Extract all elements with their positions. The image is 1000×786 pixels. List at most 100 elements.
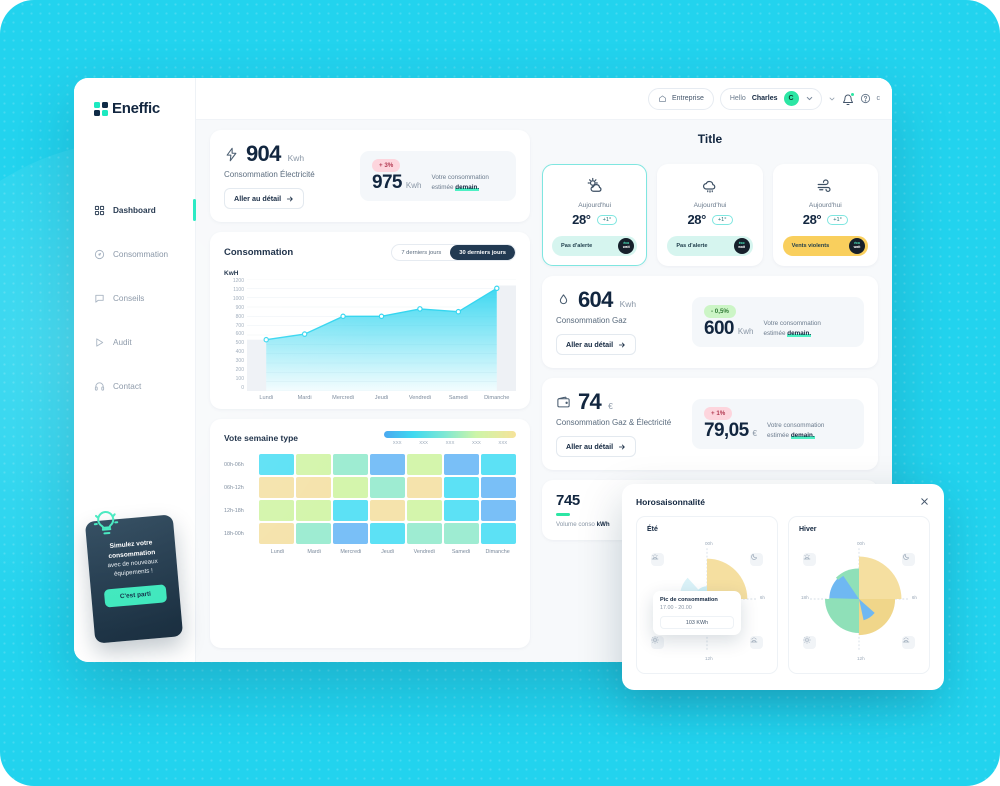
sidebar-item-dashboard[interactable]: Dashboard (74, 195, 196, 225)
gas-estimate-unit: Kwh (737, 327, 754, 336)
season-panel-summer: Été 00h 6h 12h Pic de consommation 17.00… (636, 516, 778, 674)
electricity-estimate-value: 975 (372, 172, 403, 193)
entreprise-selector[interactable]: Entreprise (647, 87, 714, 110)
chevron-down-icon-secondary (829, 97, 834, 100)
heatmap-grid (259, 454, 516, 544)
gas-label: Consommation Gaz (556, 316, 627, 325)
sun-icon (803, 636, 816, 649)
heatmap-cell[interactable] (407, 454, 442, 475)
heatmap-cell[interactable] (370, 454, 405, 475)
sidebar-item-label: Conseils (113, 293, 145, 303)
gauge-icon (94, 249, 105, 260)
heatmap-cell[interactable] (333, 523, 368, 544)
season-title-winter: Hiver (799, 526, 817, 533)
heatmap-row (259, 500, 516, 521)
y-tick: 600 (235, 331, 244, 338)
lightbulb-icon (90, 507, 123, 540)
combined-label: Consommation Gaz & Électricité (556, 418, 672, 427)
hello-label: Hello (729, 95, 746, 102)
heatmap-cell[interactable] (370, 523, 405, 544)
flame-icon (556, 293, 571, 308)
brand-logo[interactable]: Eneffic (74, 92, 195, 117)
heatmap-cell[interactable] (370, 500, 405, 521)
sidebar-item-contact[interactable]: Contact (74, 371, 195, 401)
heatmap-cell[interactable] (259, 523, 294, 544)
combined-detail-button[interactable]: Aller au détail (556, 436, 637, 457)
clock-label-right: 6h (759, 595, 765, 600)
horosaisonnalite-modal: Horosaisonnalité Été 00h 6h 12h Pic de c… (622, 484, 944, 690)
page-title: Title (697, 132, 723, 146)
weather-card[interactable]: Aujourd'hui 28° +1° Pas d'alerte éco watt (657, 164, 763, 266)
y-tick: 1000 (232, 295, 244, 302)
weather-cards: Aujourd'hui 28° +1° Pas d'alerte éco watt (542, 164, 878, 266)
heatmap-column-label: Samedi (451, 549, 471, 555)
close-icon[interactable] (919, 496, 930, 507)
heatmap-cell[interactable] (259, 477, 294, 498)
sunset-icon (651, 553, 664, 566)
heatmap-cell[interactable] (296, 500, 331, 521)
notifications-button[interactable] (842, 91, 855, 105)
combined-unit: € (608, 401, 613, 411)
sidebar-item-label: Dashboard (113, 205, 156, 215)
volume-label: Volume conso kWh (556, 521, 610, 528)
heatmap-cell[interactable] (296, 477, 331, 498)
gas-detail-button[interactable]: Aller au détail (556, 334, 637, 355)
moon-icon (750, 553, 763, 566)
heatmap-cell[interactable] (444, 500, 479, 521)
sidebar-item-audit[interactable]: Audit (74, 327, 195, 357)
weather-temp-row: 28° +1° (667, 212, 752, 227)
weather-card[interactable]: Aujourd'hui 28° +1° Pas d'alerte éco watt (542, 164, 648, 266)
sidebar-item-consommation[interactable]: Consommation (74, 239, 195, 269)
y-tick: 100 (235, 375, 244, 382)
heatmap-legend: XXX XXX XXX XXX XXX (384, 431, 516, 445)
heatmap-cell[interactable] (444, 477, 479, 498)
play-icon (94, 337, 105, 348)
volume-label-2: kWh (596, 520, 610, 528)
heatmap-cell[interactable] (296, 523, 331, 544)
electricity-detail-button[interactable]: Aller au détail (224, 188, 305, 209)
heatmap-row (259, 454, 516, 475)
electricity-change-badge: + 3% (372, 159, 401, 172)
simulation-promo-card[interactable]: Simulez votre consommation avec de nouve… (84, 511, 184, 644)
heatmap-cell[interactable] (481, 523, 516, 544)
heatmap-cell[interactable] (259, 500, 294, 521)
heatmap-cell[interactable] (333, 500, 368, 521)
heatmap-body: 00h-06h 06h-12h 12h-18h 18h-00h (224, 454, 516, 544)
heatmap-cell[interactable] (259, 454, 294, 475)
combined-estimate-value-wrap: 79,05 € (704, 421, 757, 440)
heatmap-cell[interactable] (407, 477, 442, 498)
heatmap-cell[interactable] (333, 477, 368, 498)
range-toggle: 7 derniers jours 30 derniers jours (391, 244, 516, 261)
ecowatt-badge-icon: éco watt (618, 238, 635, 254)
electricity-unit: Kwh (287, 153, 305, 163)
heatmap-column-label: Dimanche (485, 549, 510, 555)
heatmap-cell[interactable] (481, 500, 516, 521)
heatmap-cell[interactable] (444, 523, 479, 544)
range-toggle-30d[interactable]: 30 derniers jours (450, 245, 515, 260)
language-selector[interactable]: c (877, 95, 881, 102)
sidebar-item-conseils[interactable]: Conseils (74, 283, 195, 313)
heatmap-cell[interactable] (370, 477, 405, 498)
promo-cta-button[interactable]: C'est parti (103, 584, 168, 608)
left-column: 904 Kwh Consommation Électricité Aller a… (210, 130, 530, 648)
heatmap-cell[interactable] (407, 500, 442, 521)
heatmap-cell[interactable] (333, 454, 368, 475)
weather-card[interactable]: Aujourd'hui 28° +1° Vents violents éco wa… (772, 164, 878, 266)
volume-value: 745 (556, 492, 580, 509)
consumption-area-svg (247, 279, 516, 391)
consumption-chart-card: Consommation 7 derniers jours 30 dernier… (210, 232, 530, 409)
user-menu[interactable]: Hello Charles C (719, 87, 822, 110)
consumption-y-ticks: 1200 1100 1000 900 800 700 600 500 400 300 200 100 0 (224, 279, 244, 391)
range-toggle-7d[interactable]: 7 derniers jours (392, 245, 450, 260)
heatmap-cell[interactable] (481, 454, 516, 475)
winter-rose-chart: 00h 6h 12h 18h (799, 535, 919, 663)
est-text-1: Votre consommation (431, 174, 489, 182)
clock-label-top: 00h (857, 541, 865, 546)
combined-value: 74 (578, 389, 602, 414)
heatmap-cell[interactable] (296, 454, 331, 475)
heatmap-cell[interactable] (444, 454, 479, 475)
tooltip-value: 103 KWh (660, 616, 734, 629)
moon-icon (902, 553, 915, 566)
heatmap-cell[interactable] (481, 477, 516, 498)
heatmap-cell[interactable] (407, 523, 442, 544)
